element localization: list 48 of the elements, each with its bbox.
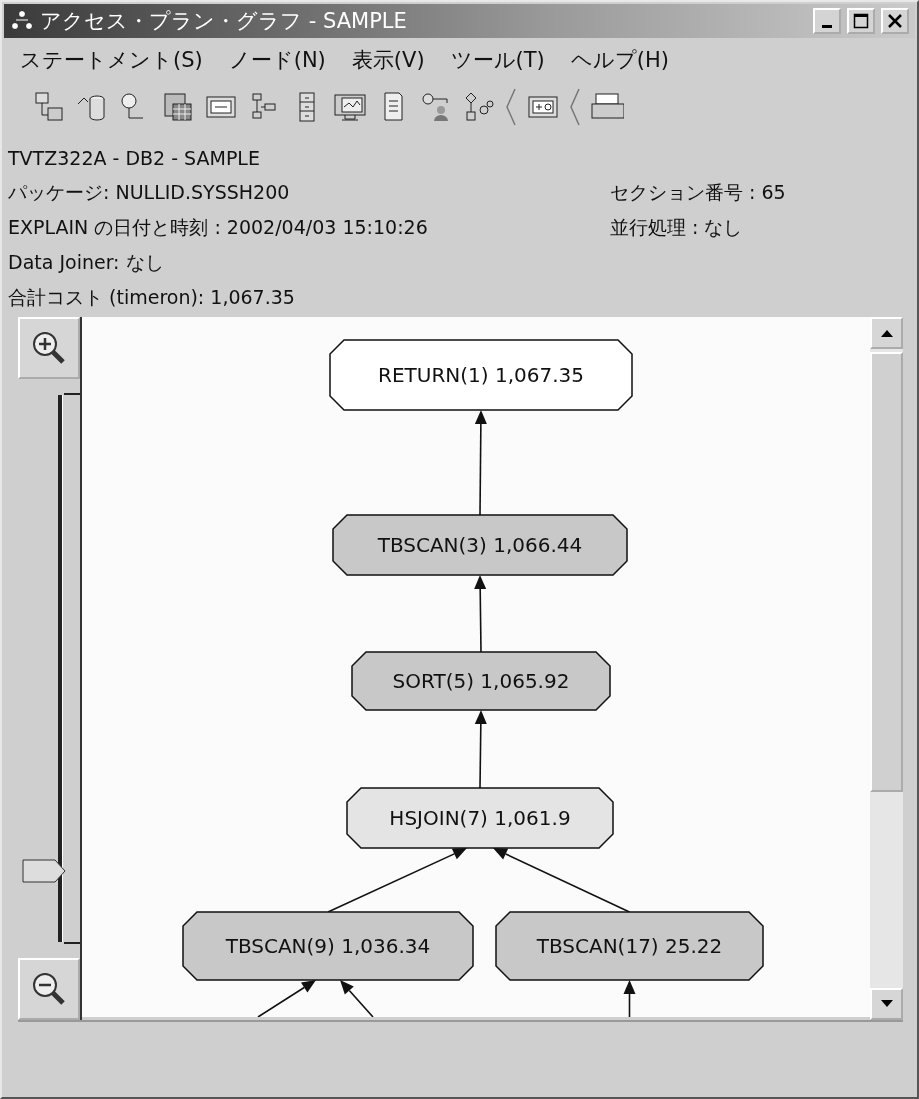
scroll-thumb[interactable] bbox=[870, 352, 903, 792]
minimize-icon bbox=[822, 24, 832, 28]
menu-item[interactable]: ノード(N) bbox=[228, 46, 326, 74]
plan-node[interactable] bbox=[329, 339, 633, 411]
tree-folder-icon[interactable] bbox=[32, 90, 66, 124]
zoom-out-button[interactable] bbox=[18, 958, 80, 1020]
down-arrow-icon bbox=[879, 999, 894, 1009]
maximize-button[interactable] bbox=[847, 8, 875, 34]
plan-node[interactable] bbox=[495, 911, 764, 981]
node-label: RETURN(1) 1,067.35 bbox=[378, 363, 585, 387]
info-text: 合計コスト (timeron): 1,067.35 bbox=[8, 284, 295, 310]
menu-item[interactable]: ステートメント(S) bbox=[20, 46, 203, 74]
connection-label: TVTZ322A - DB2 - SAMPLE bbox=[8, 146, 260, 169]
window-title: アクセス・プラン・グラフ - SAMPLE bbox=[40, 8, 408, 35]
menu-item[interactable]: ヘルプ(H) bbox=[570, 46, 669, 74]
slider-thumb[interactable] bbox=[22, 858, 66, 883]
info-text: Data Joiner: なし bbox=[8, 249, 164, 275]
menu-item[interactable]: 表示(V) bbox=[351, 46, 425, 74]
toolbar-separator bbox=[569, 87, 581, 127]
info-text: セクション番号 : 65 bbox=[610, 179, 786, 205]
close-icon bbox=[887, 13, 903, 29]
edge-arrow bbox=[623, 980, 636, 1017]
info-text: パッケージ: NULLID.SYSSH200 bbox=[8, 179, 291, 205]
maximize-icon bbox=[853, 13, 869, 29]
edge-arrow bbox=[257, 980, 317, 1017]
plan-node[interactable] bbox=[351, 651, 611, 711]
vertical-scrollbar[interactable] bbox=[870, 317, 903, 1020]
node-label: HSJOIN(7) 1,061.9 bbox=[389, 806, 571, 830]
info-text: EXPLAIN の日付と時刻 : 2002/04/03 15:10:26 bbox=[8, 214, 429, 240]
node-label: SORT(5) 1,065.92 bbox=[392, 669, 570, 693]
minimize-button[interactable] bbox=[813, 8, 841, 34]
plan-node[interactable] bbox=[182, 911, 474, 981]
people-icon bbox=[10, 9, 34, 33]
info-text: 並行処理 : なし bbox=[610, 214, 743, 240]
plan-node[interactable] bbox=[346, 787, 614, 849]
toolbar-separator bbox=[505, 87, 517, 127]
database-grid-icon[interactable] bbox=[161, 90, 195, 124]
up-arrow-icon bbox=[879, 328, 894, 338]
menu-item[interactable]: ツール(T) bbox=[450, 46, 545, 74]
plan-node[interactable] bbox=[332, 514, 628, 576]
scroll-down-button[interactable] bbox=[870, 988, 903, 1020]
zoom-in-button[interactable] bbox=[18, 317, 80, 379]
edge-arrow bbox=[340, 980, 374, 1017]
node-label: TBSCAN(9) 1,036.34 bbox=[225, 934, 431, 958]
node-label: TBSCAN(17) 25.22 bbox=[536, 934, 723, 958]
scroll-up-button[interactable] bbox=[870, 317, 903, 349]
close-button[interactable] bbox=[881, 8, 909, 34]
node-label: TBSCAN(3) 1,066.44 bbox=[377, 533, 583, 557]
